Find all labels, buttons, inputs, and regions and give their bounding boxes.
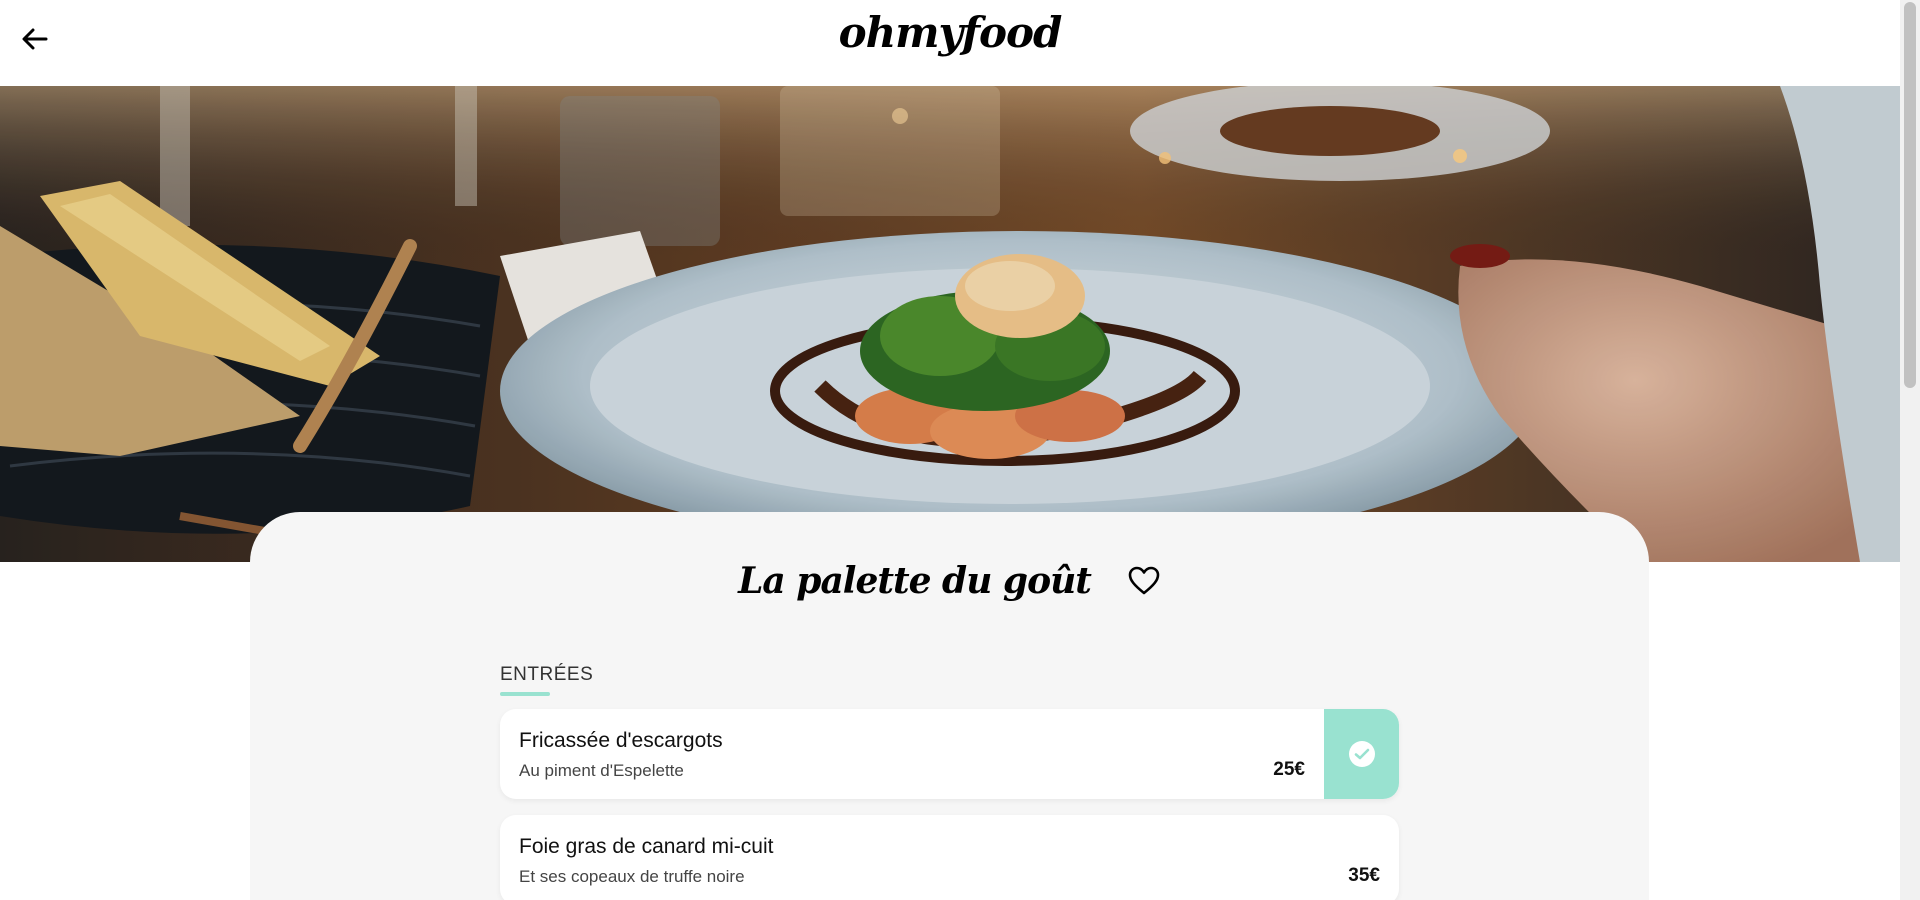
restaurant-header: La palette du goût xyxy=(250,560,1649,602)
favorite-button[interactable] xyxy=(1127,565,1161,597)
restaurant-title: La palette du goût xyxy=(738,560,1092,602)
menu-item[interactable]: Fricassée d'escargots Au piment d'Espele… xyxy=(500,709,1399,799)
menu-item-name: Foie gras de canard mi-cuit xyxy=(519,835,774,858)
page-scrollbar[interactable] xyxy=(1900,0,1920,900)
scrollbar-thumb[interactable] xyxy=(1904,2,1916,388)
check-icon xyxy=(1348,741,1375,767)
hero-image xyxy=(0,86,1900,562)
brand-logo[interactable]: ohmyfood xyxy=(0,8,1900,57)
menu-item[interactable]: Foie gras de canard mi-cuit Et ses copea… xyxy=(500,815,1399,900)
restaurant-card: La palette du goût ENTRÉES Fricassée d'e… xyxy=(250,512,1649,900)
menu-item-description: Au piment d'Espelette xyxy=(519,761,684,780)
section-underline xyxy=(500,692,550,696)
menu-item-price: 25€ xyxy=(1273,759,1305,780)
page: ohmyfood La palette du goût ENTRÉES Fric… xyxy=(0,0,1900,900)
menu-item-price: 35€ xyxy=(1348,865,1380,886)
heart-outline-icon xyxy=(1128,566,1160,595)
selected-indicator[interactable] xyxy=(1324,709,1399,799)
dish-photo xyxy=(0,86,1900,562)
menu-item-description: Et ses copeaux de truffe noire xyxy=(519,867,745,886)
menu-item-name: Fricassée d'escargots xyxy=(519,729,723,752)
section-title-entrees: ENTRÉES xyxy=(500,664,594,685)
top-header: ohmyfood xyxy=(0,0,1900,86)
